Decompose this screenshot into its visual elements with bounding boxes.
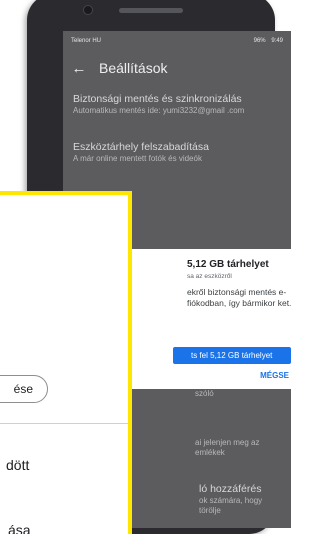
battery-percent: 96% <box>253 38 266 44</box>
setting-subtitle: ok számára, hogy törölje <box>199 496 263 515</box>
setting-title: ló hozzáférés <box>199 483 262 495</box>
setting-backup-sync[interactable]: Biztonsági mentés és szinkronizálás Auto… <box>63 93 291 116</box>
arrow-left-icon[interactable]: ← <box>65 60 93 77</box>
app-bar: ← Beállítások <box>63 51 291 85</box>
setting-title: Eszköztárhely felszabadítása <box>73 141 209 153</box>
overlay-text-1: dött <box>6 457 30 473</box>
setting-subtitle: Automatikus mentés ide: yumi3232@gmail .… <box>73 106 245 115</box>
zoom-callout: ése dött ása <box>0 191 132 534</box>
overlay-divider <box>0 423 128 424</box>
speaker-grille <box>119 8 183 13</box>
dialog-body: ekről biztonsági mentés e-fiókodban, így… <box>187 287 291 308</box>
page-title: Beállítások <box>99 60 168 76</box>
overlay-text-2: ása <box>8 522 31 534</box>
cancel-button[interactable]: MÉGSE <box>260 371 289 380</box>
dialog-subtitle: sa az eszközről <box>187 273 232 280</box>
status-bar: Telenor HU 96% 9:49 <box>63 31 291 51</box>
front-camera <box>83 5 93 15</box>
dialog-title: 5,12 GB tárhelyet <box>187 259 269 270</box>
setting-title: Biztonsági mentés és szinkronizálás <box>73 93 242 105</box>
status-right: 96% 9:49 <box>254 38 283 44</box>
setting-subtitle: A már online mentett fotók és videók <box>73 154 202 163</box>
setting-subtitle: ai jelenjen meg az emlékek <box>195 438 260 457</box>
time-label: 9:49 <box>271 38 283 44</box>
carrier-label: Telenor HU <box>71 38 102 44</box>
setting-free-storage[interactable]: Eszköztárhely felszabadítása A már onlin… <box>63 141 291 164</box>
overlay-pill-button[interactable]: ése <box>0 375 48 403</box>
free-up-button[interactable]: ts fel 5,12 GB tárhelyet <box>173 347 291 364</box>
